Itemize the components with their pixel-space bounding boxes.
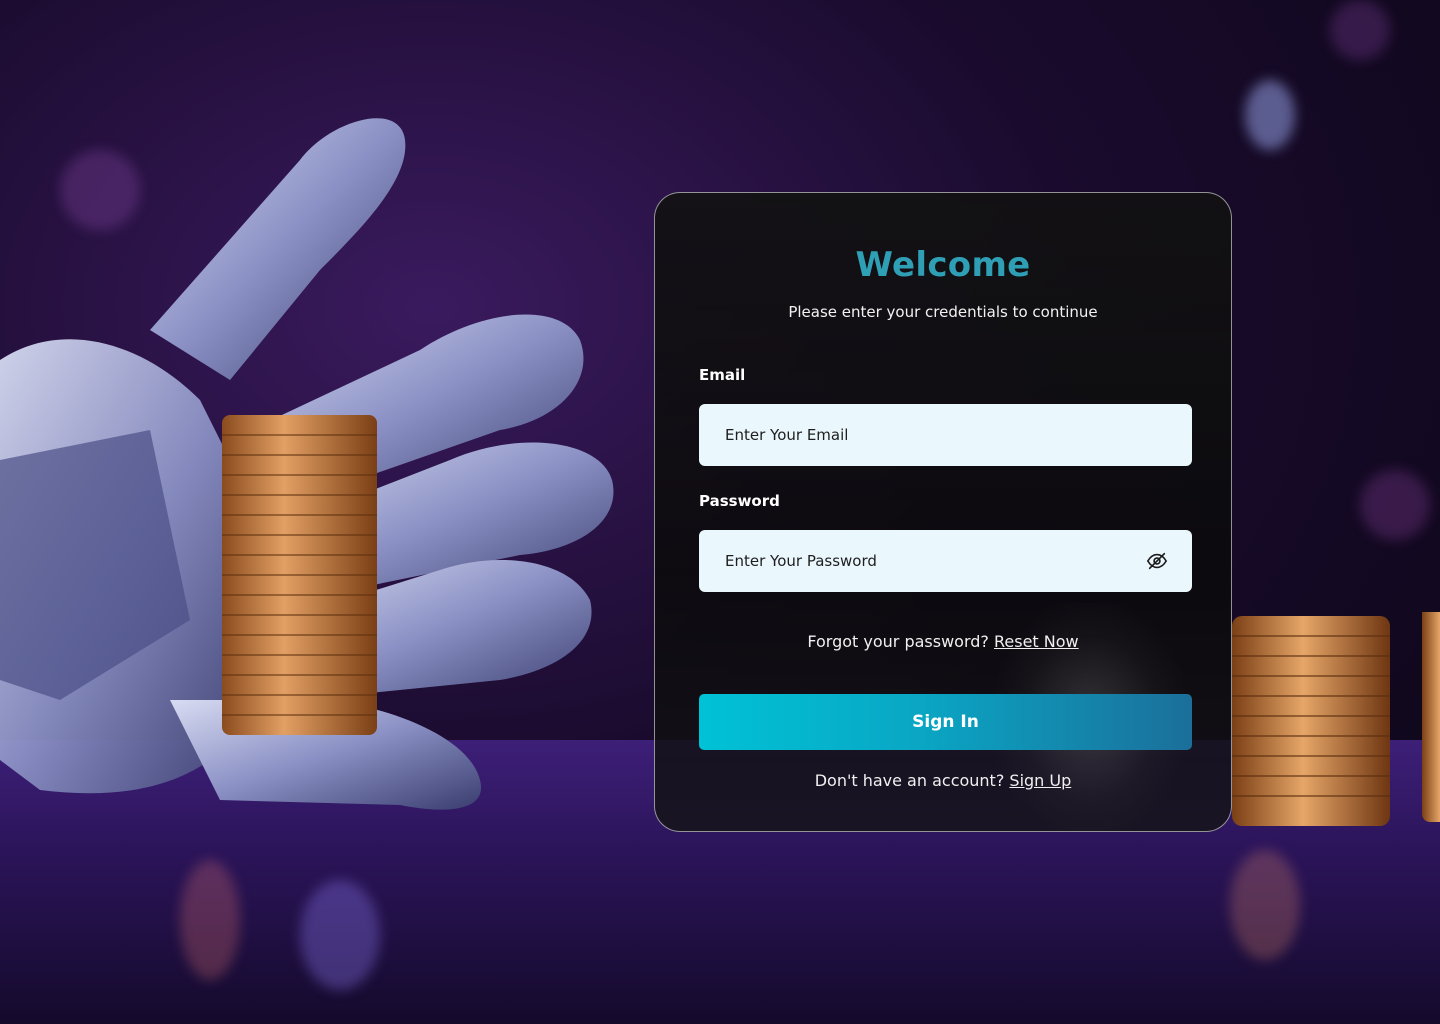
eye-off-icon[interactable] (1146, 550, 1168, 572)
email-input[interactable] (723, 425, 1168, 445)
no-account-text: Don't have an account? (814, 771, 1005, 790)
password-field-container[interactable] (699, 530, 1192, 592)
email-field-container[interactable] (699, 404, 1192, 466)
password-input[interactable] (723, 551, 1138, 571)
bokeh-light (1360, 470, 1430, 540)
bokeh-light (1245, 80, 1295, 150)
signup-row: Don't have an account? Sign Up (655, 771, 1231, 790)
bokeh-light (180, 860, 240, 980)
sign-in-button[interactable]: Sign In (699, 694, 1192, 750)
reset-now-link[interactable]: Reset Now (994, 632, 1079, 651)
robot-hand-image (0, 118, 614, 810)
sign-up-link[interactable]: Sign Up (1009, 771, 1071, 790)
email-label: Email (699, 366, 746, 384)
forgot-password-text: Forgot your password? (807, 632, 989, 651)
bokeh-light (300, 880, 380, 990)
bokeh-light (1230, 850, 1300, 960)
password-label: Password (699, 492, 780, 510)
login-page: Welcome Please enter your credentials to… (0, 0, 1440, 1024)
login-card: Welcome Please enter your credentials to… (654, 192, 1232, 832)
forgot-password-row: Forgot your password? Reset Now (655, 632, 1231, 651)
welcome-subtitle: Please enter your credentials to continu… (788, 303, 1098, 321)
coin-stack-image (1232, 612, 1440, 826)
bokeh-light (1330, 0, 1390, 60)
welcome-title: Welcome (855, 245, 1031, 285)
